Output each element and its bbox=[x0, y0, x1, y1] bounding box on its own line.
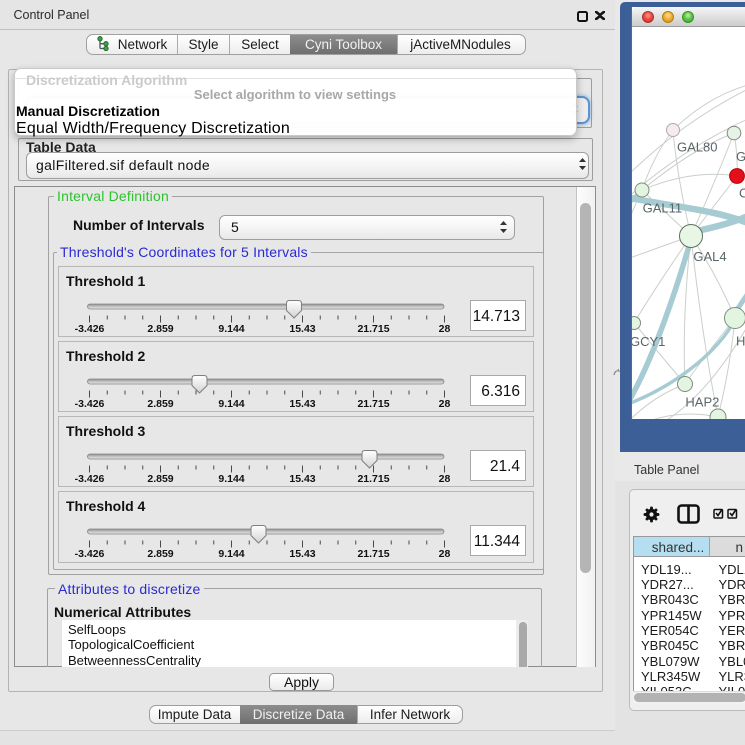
svg-text:2.859: 2.859 bbox=[147, 323, 173, 335]
svg-text:-3.426: -3.426 bbox=[75, 398, 105, 410]
svg-text:15.43: 15.43 bbox=[289, 548, 315, 560]
svg-text:2.859: 2.859 bbox=[147, 398, 173, 410]
svg-text:28: 28 bbox=[439, 473, 451, 485]
svg-text:21.715: 21.715 bbox=[357, 323, 389, 335]
svg-text:15.43: 15.43 bbox=[289, 473, 315, 485]
svg-text:H: H bbox=[736, 334, 745, 349]
svg-text:HAP2: HAP2 bbox=[685, 395, 719, 410]
svg-text:9.144: 9.144 bbox=[218, 398, 244, 410]
svg-text:2.859: 2.859 bbox=[147, 548, 173, 560]
svg-text:9.144: 9.144 bbox=[218, 473, 244, 485]
svg-text:21.715: 21.715 bbox=[357, 398, 389, 410]
svg-text:15.43: 15.43 bbox=[289, 323, 315, 335]
svg-text:15.43: 15.43 bbox=[289, 398, 315, 410]
svg-text:-3.426: -3.426 bbox=[75, 323, 105, 335]
svg-text:-3.426: -3.426 bbox=[75, 548, 105, 560]
svg-text:GA: GA bbox=[736, 149, 745, 164]
svg-text:28: 28 bbox=[439, 398, 451, 410]
svg-text:GAL11: GAL11 bbox=[643, 201, 683, 216]
svg-text:28: 28 bbox=[439, 548, 451, 560]
svg-text:21.715: 21.715 bbox=[357, 473, 389, 485]
svg-text:C: C bbox=[739, 186, 745, 201]
svg-text:2.859: 2.859 bbox=[147, 473, 173, 485]
svg-text:21.715: 21.715 bbox=[357, 548, 389, 560]
svg-text:9.144: 9.144 bbox=[218, 548, 244, 560]
svg-text:GCY1: GCY1 bbox=[632, 334, 665, 349]
svg-text:28: 28 bbox=[439, 323, 451, 335]
svg-text:GAL80: GAL80 bbox=[677, 140, 717, 155]
svg-text:-3.426: -3.426 bbox=[75, 473, 105, 485]
svg-text:GAL4: GAL4 bbox=[693, 249, 726, 264]
svg-text:9.144: 9.144 bbox=[218, 323, 244, 335]
